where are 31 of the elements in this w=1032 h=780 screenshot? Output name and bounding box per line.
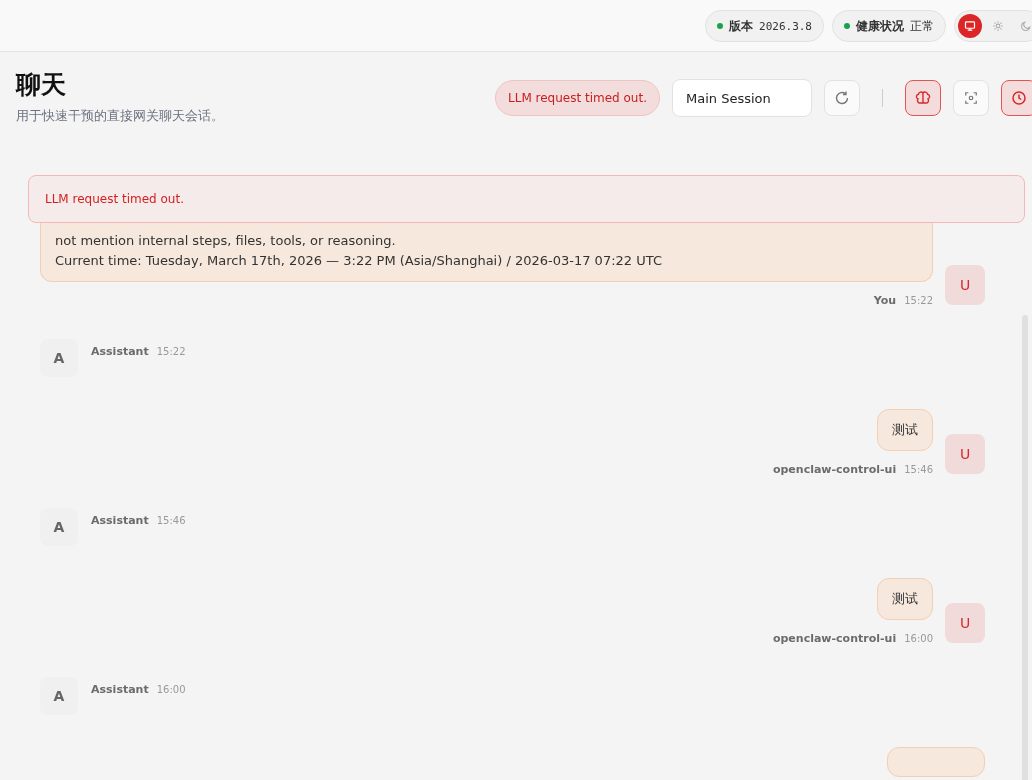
assistant-avatar: A bbox=[40, 339, 78, 377]
version-label: 版本 bbox=[729, 17, 753, 35]
session-field[interactable]: Main Session bbox=[672, 79, 812, 117]
message-time: 15:46 bbox=[156, 515, 186, 526]
user-avatar: U bbox=[945, 265, 985, 305]
error-pill: LLM request timed out. bbox=[495, 80, 660, 116]
assistant-avatar: A bbox=[40, 508, 78, 546]
message-text: 测试 bbox=[892, 421, 918, 439]
version-value: 2026.3.8 bbox=[759, 19, 812, 33]
health-label: 健康状况 bbox=[856, 17, 904, 35]
message-time: 16:00 bbox=[904, 633, 933, 644]
sender-name: Assistant bbox=[91, 514, 149, 527]
health-value: 正常 bbox=[910, 17, 934, 35]
sender-name: openclaw-control-ui bbox=[772, 463, 897, 476]
error-message: LLM request timed out. bbox=[45, 192, 184, 206]
assistant-avatar: A bbox=[40, 677, 78, 715]
message-text: Current time: Tuesday, March 17th, 2026 — 3:22 PM (Asia/Shanghai) / 2026-03-17 07:22 UTC bbox=[55, 252, 663, 270]
message-time: 15:22 bbox=[156, 346, 186, 357]
sender-name: Assistant bbox=[91, 683, 149, 696]
user-avatar: U bbox=[945, 603, 985, 643]
sender-name: You bbox=[873, 294, 897, 307]
sender-name: openclaw-control-ui bbox=[772, 632, 897, 645]
message-time: 15:22 bbox=[904, 295, 933, 306]
message-time: 15:46 bbox=[904, 464, 933, 475]
message-text: 测试 bbox=[892, 590, 918, 608]
message-time: 16:00 bbox=[156, 684, 186, 695]
message-text: not mention internal steps, files, tools, or reasoning. bbox=[55, 232, 397, 250]
sender-name: Assistant bbox=[91, 345, 149, 358]
page-title: 聊天 bbox=[16, 69, 67, 101]
page-subtitle: 用于快速干预的直接网关聊天会话。 bbox=[16, 107, 224, 125]
user-avatar: U bbox=[945, 434, 985, 474]
